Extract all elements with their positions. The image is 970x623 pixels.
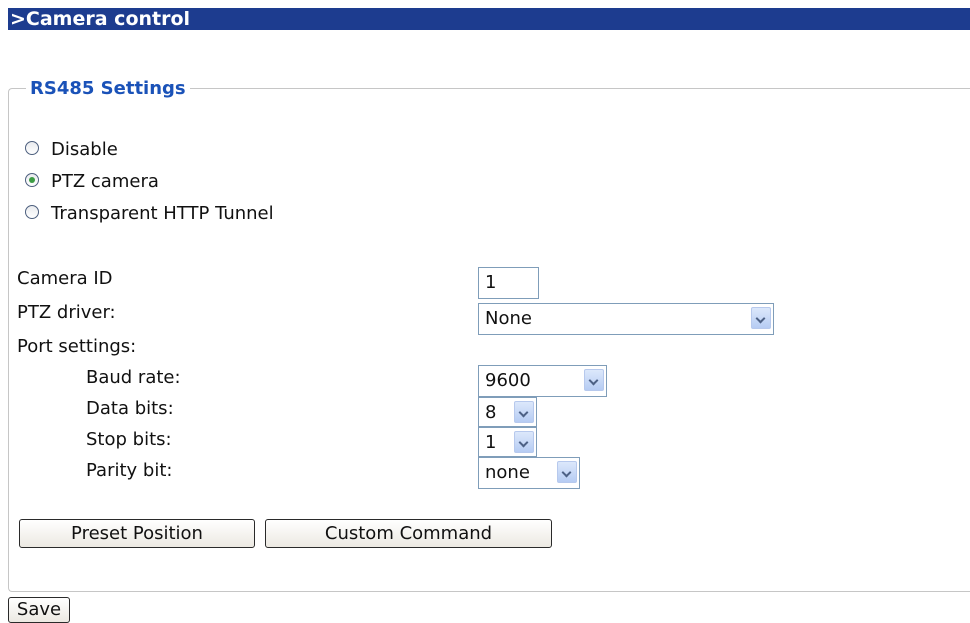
data-bits-label: Data bits: bbox=[86, 398, 174, 419]
baud-rate-value: 9600 bbox=[485, 370, 531, 391]
parity-bit-value: none bbox=[485, 462, 530, 483]
data-bits-select[interactable]: 8 bbox=[478, 397, 537, 427]
page-title: >Camera control bbox=[8, 8, 970, 30]
ptz-driver-label: PTZ driver: bbox=[17, 302, 116, 323]
chevron-down-icon[interactable] bbox=[751, 307, 771, 329]
radio-option-disable[interactable]: Disable bbox=[25, 138, 118, 162]
radio-option-transparent-http-tunnel[interactable]: Transparent HTTP Tunnel bbox=[25, 202, 274, 226]
preset-position-button[interactable]: Preset Position bbox=[19, 519, 255, 548]
radio-option-ptz-camera[interactable]: PTZ camera bbox=[25, 170, 159, 194]
chevron-down-icon[interactable] bbox=[557, 461, 577, 483]
chevron-down-icon[interactable] bbox=[514, 431, 534, 453]
ptz-driver-select[interactable]: None bbox=[478, 303, 774, 335]
custom-command-button[interactable]: Custom Command bbox=[265, 519, 552, 548]
ptz-camera-label: PTZ camera bbox=[51, 171, 159, 192]
parity-bit-select[interactable]: none bbox=[478, 457, 580, 489]
disable-radio[interactable] bbox=[25, 141, 39, 155]
data-bits-value: 8 bbox=[485, 402, 497, 423]
transparent-http-tunnel-radio[interactable] bbox=[25, 205, 39, 219]
camera-id-input[interactable]: 1 bbox=[478, 267, 539, 299]
chevron-down-icon[interactable] bbox=[514, 401, 534, 423]
baud-rate-select[interactable]: 9600 bbox=[478, 365, 607, 397]
rs485-settings-group: RS485 Settings bbox=[8, 78, 970, 592]
ptz-driver-value: None bbox=[485, 308, 532, 329]
port-settings-label: Port settings: bbox=[17, 336, 137, 357]
rs485-settings-legend: RS485 Settings bbox=[30, 78, 186, 99]
save-button[interactable]: Save bbox=[8, 597, 70, 623]
stop-bits-value: 1 bbox=[485, 432, 497, 453]
camera-id-label: Camera ID bbox=[17, 268, 113, 289]
disable-label: Disable bbox=[51, 139, 118, 160]
ptz-camera-radio[interactable] bbox=[25, 173, 39, 187]
transparent-http-tunnel-label: Transparent HTTP Tunnel bbox=[51, 203, 274, 224]
chevron-down-icon[interactable] bbox=[584, 369, 604, 391]
parity-bit-label: Parity bit: bbox=[86, 460, 173, 481]
stop-bits-label: Stop bits: bbox=[86, 429, 172, 450]
baud-rate-label: Baud rate: bbox=[86, 367, 181, 388]
stop-bits-select[interactable]: 1 bbox=[478, 427, 537, 457]
